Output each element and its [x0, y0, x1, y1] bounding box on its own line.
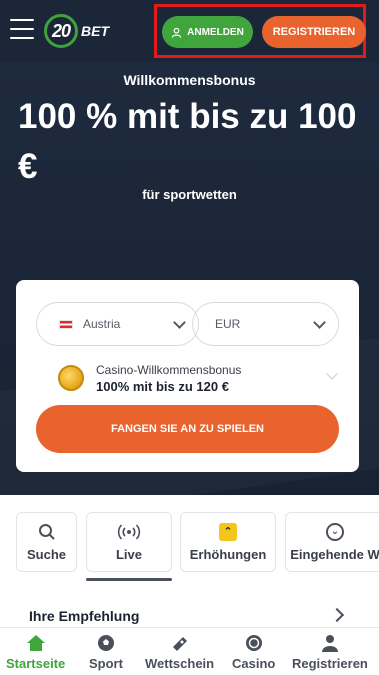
- chevron-down-icon: [173, 316, 186, 329]
- menu-icon[interactable]: [10, 19, 34, 41]
- quick-link-search[interactable]: Suche: [16, 512, 77, 572]
- soccer-ball-icon: [97, 632, 115, 654]
- nav-label: Registrieren: [292, 656, 368, 671]
- currency-value: EUR: [215, 317, 241, 331]
- quick-link-label: Erhöhungen: [189, 546, 267, 562]
- logo-text: BET: [81, 23, 109, 39]
- logo-ring: 20: [44, 14, 78, 48]
- quick-links: Suche Live ⌃ Erhöhungen ⌄ Eingehende W: [0, 495, 379, 590]
- nav-register[interactable]: Registrieren: [292, 632, 368, 671]
- quick-link-live[interactable]: Live: [86, 512, 172, 572]
- start-playing-button[interactable]: FANGEN SIE AN ZU SPIELEN: [36, 405, 339, 453]
- bonus-label: Casino-Willkommensbonus: [96, 362, 242, 377]
- bonus-text: Casino-Willkommensbonus 100% mit bis zu …: [96, 363, 241, 394]
- chevron-down-icon: [326, 368, 338, 380]
- user-icon: [171, 27, 182, 38]
- register-label: REGISTRIEREN: [272, 26, 356, 38]
- hero-title: 100 % mit bis zu 100 €: [18, 97, 357, 186]
- country-select[interactable]: Austria: [36, 302, 199, 346]
- quick-link-label: Suche: [26, 546, 66, 562]
- hero-banner: Willkommensbonus 100 % mit bis zu 100 € …: [0, 62, 379, 495]
- coin-icon: [58, 365, 84, 391]
- casino-chip-icon: [245, 632, 263, 654]
- logo-number: 20: [51, 20, 71, 41]
- currency-select[interactable]: EUR: [192, 302, 339, 346]
- nav-bet-slip[interactable]: Wettschein: [145, 632, 214, 671]
- nav-sport[interactable]: Sport: [89, 632, 123, 671]
- austria-flag-icon: [59, 319, 73, 329]
- cta-label: FANGEN SIE AN ZU SPIELEN: [110, 423, 264, 435]
- hero-for-text: für sportwetten: [142, 187, 237, 202]
- active-tab-underline: [86, 578, 172, 581]
- login-label: ANMELDEN: [187, 26, 244, 38]
- country-value: Austria: [83, 317, 121, 331]
- bonus-value: 100% mit bis zu 120 €: [96, 378, 229, 394]
- nav-label: Sport: [89, 656, 123, 671]
- live-icon: [117, 523, 141, 540]
- hero-subtitle: Willkommensbonus: [123, 72, 256, 88]
- signup-card: Austria EUR Casino-Willkommensbonus 100%…: [16, 280, 359, 472]
- recommendation-title: Ihre Empfehlung: [29, 608, 140, 624]
- nav-label: Casino: [232, 656, 276, 671]
- nav-label: Wettschein: [145, 656, 215, 671]
- nav-home[interactable]: Startseite: [6, 632, 65, 671]
- quick-link-incoming[interactable]: ⌄ Eingehende W: [285, 512, 379, 572]
- bottom-nav: Startseite Sport Wettschein Casino Regis…: [0, 627, 379, 675]
- login-button[interactable]: ANMELDEN: [162, 16, 253, 48]
- register-button[interactable]: REGISTRIEREN: [262, 16, 366, 48]
- bet-slip-icon: [170, 632, 190, 654]
- chevron-right-icon[interactable]: [329, 607, 345, 623]
- nav-label: Startseite: [6, 656, 66, 671]
- quick-link-label: Live: [115, 546, 142, 562]
- search-icon: [38, 523, 55, 540]
- bonus-select[interactable]: Casino-Willkommensbonus 100% mit bis zu …: [58, 358, 338, 398]
- quick-link-boosts[interactable]: ⌃ Erhöhungen: [180, 512, 276, 572]
- quick-link-label: Eingehende W: [290, 546, 379, 562]
- chevron-down-icon: [313, 316, 326, 329]
- user-icon: [321, 632, 339, 654]
- nav-casino[interactable]: Casino: [232, 632, 275, 671]
- boost-icon: ⌃: [219, 522, 237, 541]
- logo[interactable]: 20 BET: [44, 14, 109, 48]
- home-icon: [26, 632, 46, 654]
- recommendation-header[interactable]: Ihre Empfehlung: [0, 600, 379, 628]
- incoming-icon: ⌄: [326, 522, 344, 541]
